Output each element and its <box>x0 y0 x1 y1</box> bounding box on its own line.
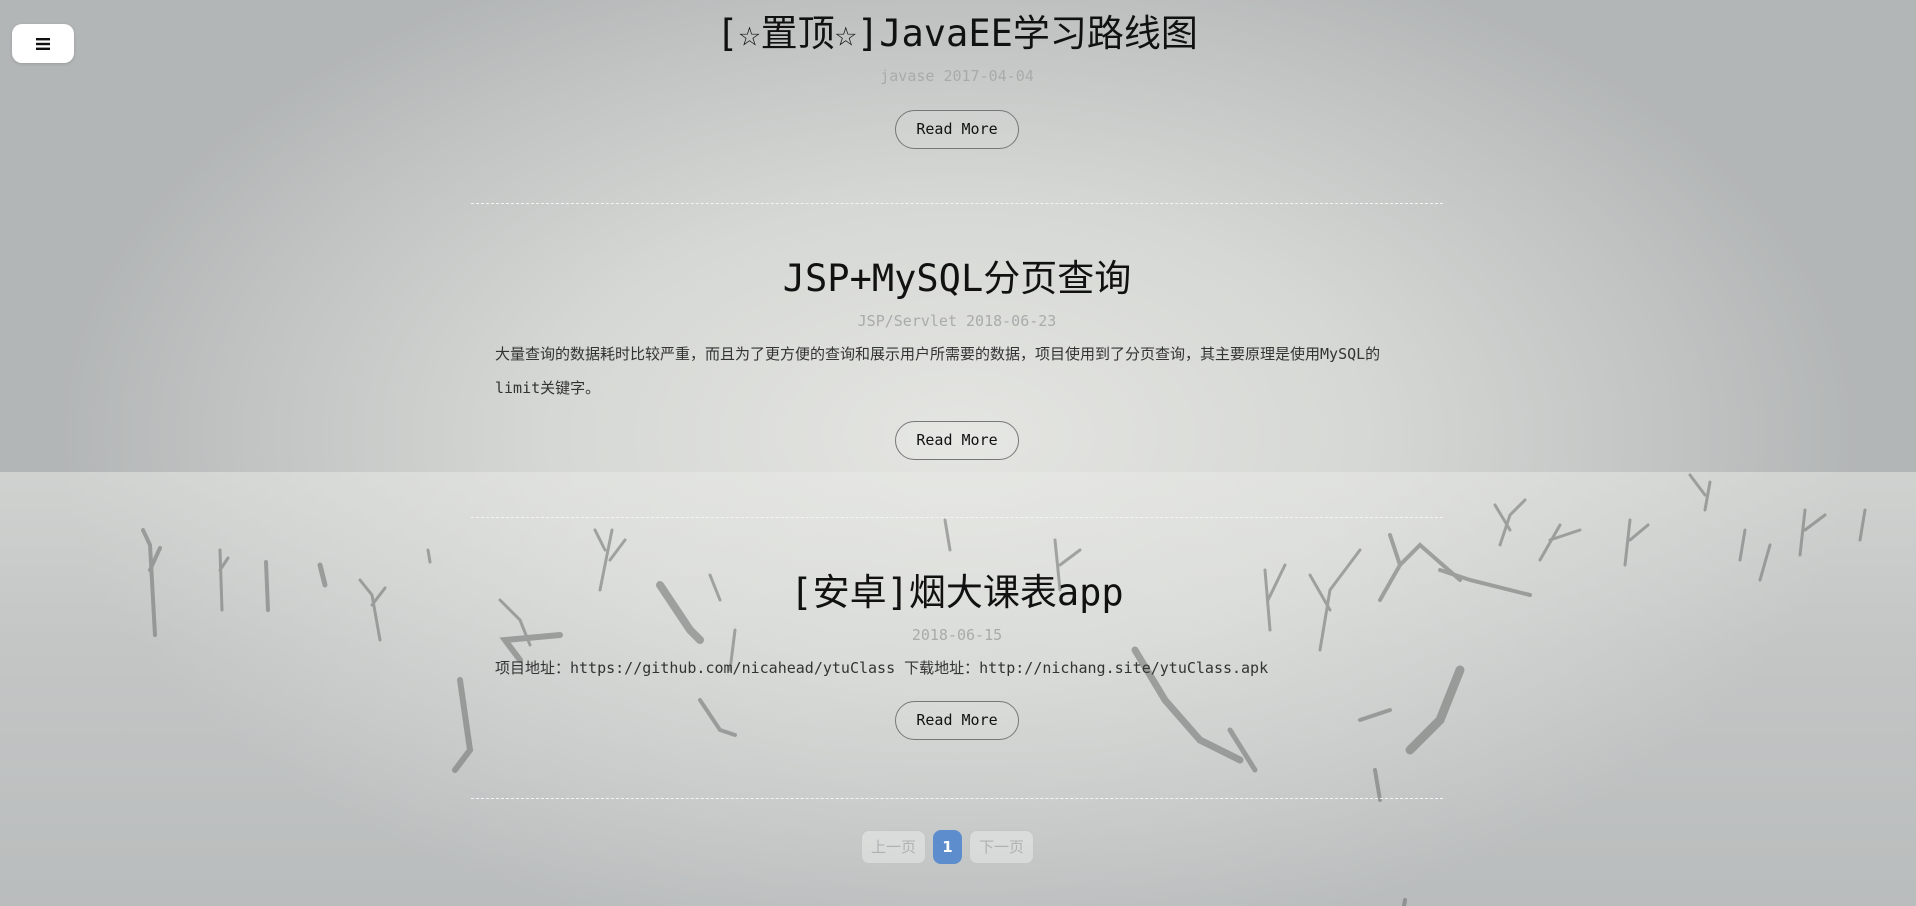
pagination: 上一页 1 下一页 <box>861 830 1035 864</box>
post-item: JSP+MySQL分页查询 JSP/Servlet 2018-06-23 大量查… <box>471 255 1443 460</box>
post-meta: javase 2017-04-04 <box>880 67 1034 85</box>
post-meta: 2018-06-15 <box>911 626 1003 644</box>
post-excerpt: 大量查询的数据耗时比较严重，而且为了更方便的查询和展示用户所需要的数据，项目使用… <box>495 345 1381 397</box>
read-more-button[interactable]: Read More <box>895 421 1019 460</box>
read-more-button[interactable]: Read More <box>895 701 1019 740</box>
next-page-button[interactable]: 下一页 <box>969 830 1035 864</box>
menu-button[interactable] <box>12 24 74 63</box>
post-title[interactable]: [☆置顶☆]JavaEE学习路线图 <box>471 10 1443 58</box>
hamburger-menu-icon <box>36 37 50 50</box>
post-divider <box>471 517 1443 518</box>
post-title[interactable]: JSP+MySQL分页查询 <box>471 255 1443 303</box>
read-more-button[interactable]: Read More <box>895 110 1019 149</box>
post-meta: JSP/Servlet 2018-06-23 <box>857 312 1057 330</box>
prev-page-button[interactable]: 上一页 <box>861 830 927 864</box>
post-item: [安卓]烟大课表app 2018-06-15 项目地址：https://gith… <box>471 569 1443 740</box>
post-item: [☆置顶☆]JavaEE学习路线图 javase 2017-04-04 Read… <box>471 10 1443 149</box>
post-title[interactable]: [安卓]烟大课表app <box>471 569 1443 617</box>
post-divider <box>471 203 1443 204</box>
post-divider <box>471 798 1443 799</box>
current-page-button[interactable]: 1 <box>933 830 963 864</box>
post-excerpt: 项目地址：https://github.com/nicahead/ytuClas… <box>495 659 1269 677</box>
